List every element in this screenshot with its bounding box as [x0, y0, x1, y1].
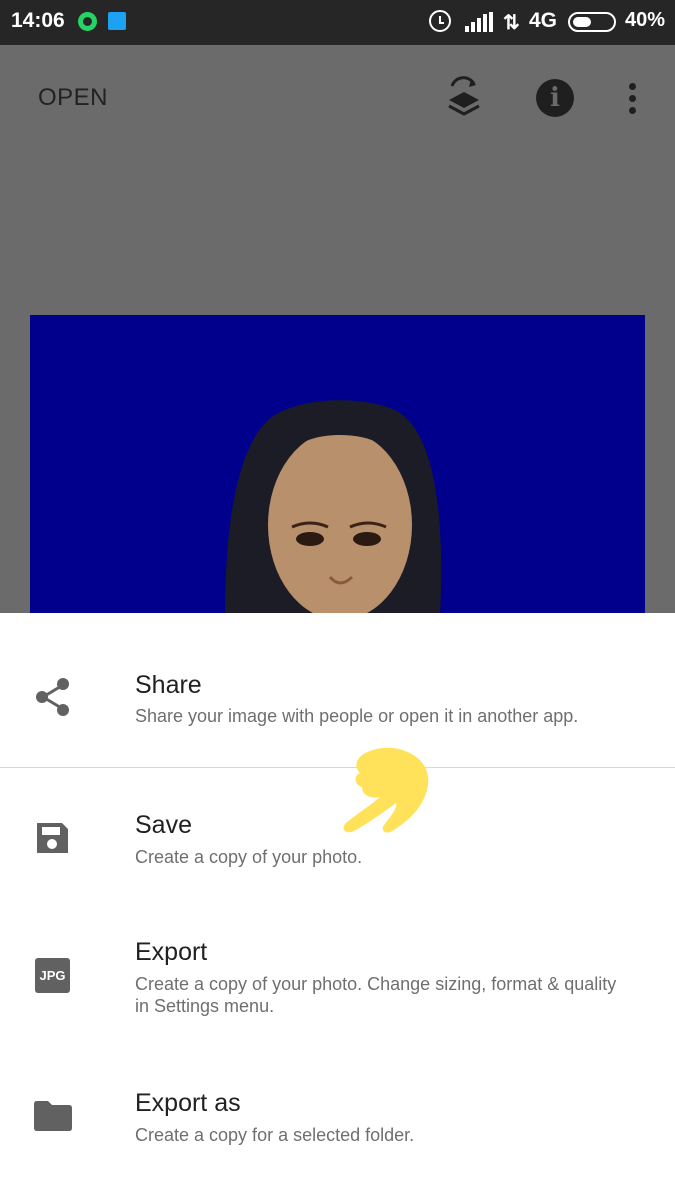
- alarm-icon: [429, 10, 451, 32]
- twitter-icon: [108, 12, 126, 30]
- signal-icon: [465, 12, 493, 32]
- pointing-hand-annotation: [343, 747, 429, 833]
- battery-percent: 40%: [625, 9, 666, 31]
- share-option[interactable]: Share Share your image with people or op…: [0, 613, 675, 767]
- status-time: 14:06: [11, 9, 65, 32]
- save-title: Save: [135, 811, 192, 839]
- photo-preview: [30, 315, 645, 615]
- share-bottom-sheet: Share Share your image with people or op…: [0, 613, 675, 1200]
- layers-icon[interactable]: [446, 76, 482, 120]
- info-icon[interactable]: i: [536, 79, 574, 117]
- battery-icon: [568, 12, 616, 32]
- more-vert-icon[interactable]: [622, 80, 644, 116]
- whatsapp-icon: [78, 12, 97, 31]
- network-type: 4G: [529, 9, 558, 32]
- portrait-image: [225, 400, 442, 615]
- share-icon: [36, 678, 69, 716]
- save-description: Create a copy of your photo.: [135, 847, 363, 867]
- jpg-icon: JPG: [35, 958, 70, 993]
- export-title: Export: [135, 938, 208, 966]
- status-bar: 14:06 ⇅ 4G 40%: [0, 0, 675, 45]
- export-option[interactable]: JPG Export Create a copy of your photo. …: [0, 898, 675, 1058]
- save-icon: [37, 823, 68, 853]
- data-arrows-icon: ⇅: [503, 12, 520, 34]
- folder-icon: [34, 1101, 72, 1131]
- share-title: Share: [135, 671, 202, 699]
- open-button[interactable]: OPEN: [38, 84, 108, 112]
- export-as-option[interactable]: Export as Create a copy for a selected f…: [0, 1058, 675, 1200]
- export-description: Create a copy of your photo. Change sizi…: [135, 974, 617, 1016]
- save-option[interactable]: Save Create a copy of your photo.: [0, 768, 675, 898]
- export-as-title: Export as: [135, 1089, 241, 1117]
- export-as-description: Create a copy for a selected folder.: [135, 1125, 415, 1145]
- share-description: Share your image with people or open it …: [135, 706, 579, 726]
